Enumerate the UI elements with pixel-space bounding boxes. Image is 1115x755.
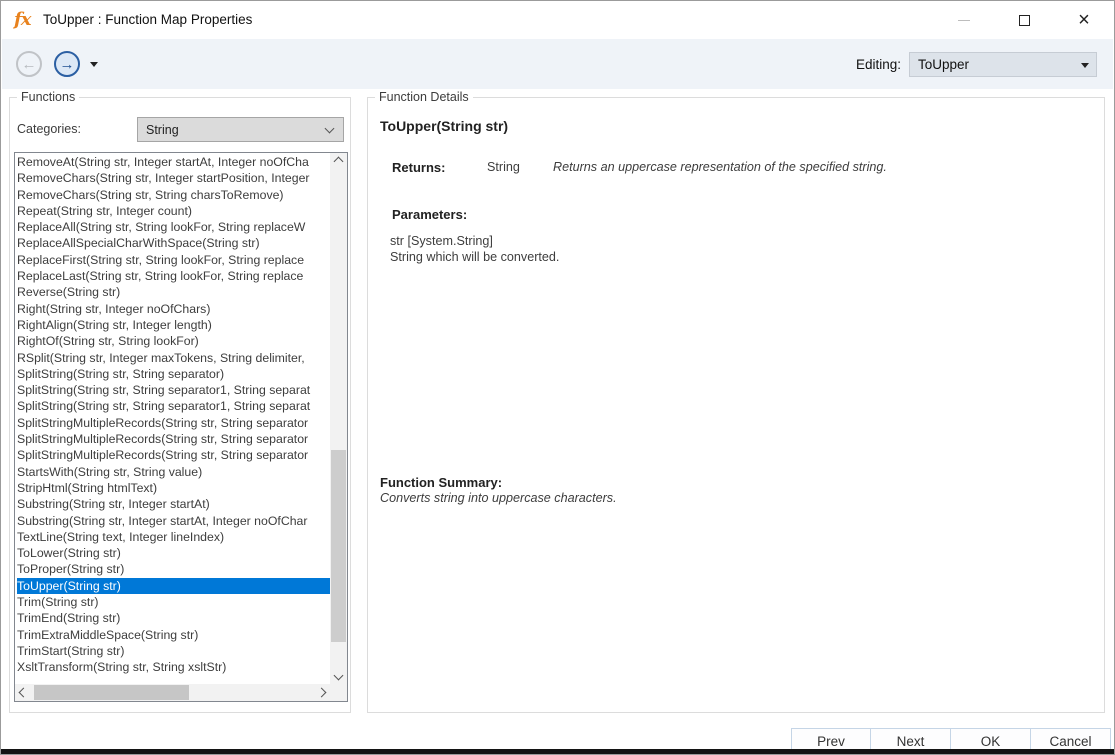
list-item[interactable]: ReplaceAllSpecialCharWithSpace(String st… — [17, 235, 330, 251]
list-item[interactable]: SplitStringMultipleRecords(String str, S… — [17, 431, 330, 447]
function-map-properties-dialog: fx ToUpper : Function Map Properties × ←… — [0, 0, 1115, 755]
function-list: RemoveAt(String str, Integer startAt, In… — [15, 153, 330, 684]
horizontal-scrollbar[interactable] — [15, 684, 330, 701]
returns-label: Returns: — [392, 160, 487, 175]
window-bottom-edge — [1, 749, 1114, 754]
list-item[interactable]: SplitString(String str, String separator… — [17, 366, 330, 382]
chevron-up-icon — [334, 157, 344, 167]
list-item[interactable]: Substring(String str, Integer startAt) — [17, 496, 330, 512]
editing-dropdown-value: ToUpper — [918, 57, 969, 72]
forward-button[interactable]: → — [54, 51, 80, 77]
list-item[interactable]: ReplaceFirst(String str, String lookFor,… — [17, 252, 330, 268]
functions-panel: Functions Categories: String RemoveAt(St… — [9, 97, 351, 713]
chevron-down-icon — [325, 124, 335, 134]
forward-arrow-icon: → — [60, 56, 75, 73]
list-item[interactable]: Trim(String str) — [17, 594, 330, 610]
function-details-panel: Function Details ToUpper(String str) Ret… — [367, 97, 1105, 713]
maximize-icon — [1019, 15, 1030, 26]
parameter-name: str [System.String] — [390, 233, 559, 249]
list-item[interactable]: RSplit(String str, Integer maxTokens, St… — [17, 350, 330, 366]
close-button[interactable]: × — [1054, 1, 1114, 39]
chevron-down-icon — [334, 671, 344, 681]
list-item[interactable]: TrimExtraMiddleSpace(String str) — [17, 627, 330, 643]
scroll-down-button[interactable] — [330, 667, 347, 684]
list-item[interactable]: SplitStringMultipleRecords(String str, S… — [17, 447, 330, 463]
back-button[interactable]: ← — [16, 51, 42, 77]
parameters-list: str [System.String]String which will be … — [390, 233, 559, 265]
title-bar: fx ToUpper : Function Map Properties × — [1, 1, 1114, 39]
list-item[interactable]: Substring(String str, Integer startAt, I… — [17, 513, 330, 529]
horizontal-scroll-thumb[interactable] — [34, 685, 189, 700]
scroll-left-button[interactable] — [15, 684, 32, 701]
minimize-button[interactable] — [934, 1, 994, 39]
back-arrow-icon: ← — [22, 56, 37, 73]
returns-type: String — [487, 160, 539, 175]
list-item[interactable]: RemoveChars(String str, String charsToRe… — [17, 187, 330, 203]
returns-description: Returns an uppercase representation of t… — [553, 160, 887, 175]
function-details-title: Function Details — [375, 90, 473, 104]
chevron-right-icon — [317, 688, 327, 698]
function-summary-label: Function Summary: — [380, 475, 502, 490]
list-item[interactable]: StripHtml(String htmlText) — [17, 480, 330, 496]
list-item[interactable]: Right(String str, Integer noOfChars) — [17, 301, 330, 317]
parameters-label: Parameters: — [392, 207, 467, 222]
list-item[interactable]: SplitStringMultipleRecords(String str, S… — [17, 415, 330, 431]
scrollbar-corner — [330, 684, 347, 701]
vertical-scroll-thumb[interactable] — [331, 450, 346, 641]
categories-dropdown[interactable]: String — [137, 117, 344, 142]
categories-label: Categories: — [17, 122, 81, 136]
categories-dropdown-value: String — [146, 123, 179, 137]
list-item[interactable]: TrimEnd(String str) — [17, 610, 330, 626]
function-summary-text: Converts string into uppercase character… — [380, 491, 617, 505]
maximize-button[interactable] — [994, 1, 1054, 39]
list-item[interactable]: ReplaceAll(String str, String lookFor, S… — [17, 219, 330, 235]
function-signature: ToUpper(String str) — [380, 118, 508, 134]
list-item[interactable]: RemoveChars(String str, Integer startPos… — [17, 170, 330, 186]
list-item[interactable]: TextLine(String text, Integer lineIndex) — [17, 529, 330, 545]
list-item[interactable]: Reverse(String str) — [17, 284, 330, 300]
functions-panel-title: Functions — [17, 90, 79, 104]
list-item[interactable]: RemoveAt(String str, Integer startAt, In… — [17, 154, 330, 170]
close-icon: × — [1078, 10, 1090, 30]
list-item[interactable]: ToProper(String str) — [17, 561, 330, 577]
forward-dropdown-caret-icon[interactable] — [90, 62, 98, 67]
list-item[interactable]: RightOf(String str, String lookFor) — [17, 333, 330, 349]
scroll-right-button[interactable] — [313, 684, 330, 701]
returns-row: Returns: String Returns an uppercase rep… — [392, 160, 887, 175]
scroll-up-button[interactable] — [330, 153, 347, 170]
vertical-scrollbar[interactable] — [330, 153, 347, 684]
window-controls: × — [934, 1, 1114, 39]
list-item[interactable]: ToLower(String str) — [17, 545, 330, 561]
toolbar: ← → Editing: ToUpper — [2, 39, 1113, 89]
list-item[interactable]: ToUpper(String str) — [17, 578, 330, 594]
fx-icon: fx — [14, 9, 30, 30]
minimize-icon — [958, 20, 970, 21]
dropdown-caret-icon — [1081, 63, 1089, 68]
editing-label: Editing: — [856, 57, 901, 72]
list-item[interactable]: StartsWith(String str, String value) — [17, 464, 330, 480]
editing-dropdown[interactable]: ToUpper — [909, 52, 1097, 77]
list-item[interactable]: SplitString(String str, String separator… — [17, 382, 330, 398]
window-title: ToUpper : Function Map Properties — [43, 12, 252, 27]
list-item[interactable]: XsltTransform(String str, String xsltStr… — [17, 659, 330, 675]
list-item[interactable]: ReplaceLast(String str, String lookFor, … — [17, 268, 330, 284]
chevron-left-icon — [19, 688, 29, 698]
function-listbox: RemoveAt(String str, Integer startAt, In… — [14, 152, 348, 702]
list-item[interactable]: Repeat(String str, Integer count) — [17, 203, 330, 219]
list-item[interactable]: SplitString(String str, String separator… — [17, 398, 330, 414]
list-item[interactable]: RightAlign(String str, Integer length) — [17, 317, 330, 333]
list-item[interactable]: TrimStart(String str) — [17, 643, 330, 659]
parameter-description: String which will be converted. — [390, 249, 559, 265]
